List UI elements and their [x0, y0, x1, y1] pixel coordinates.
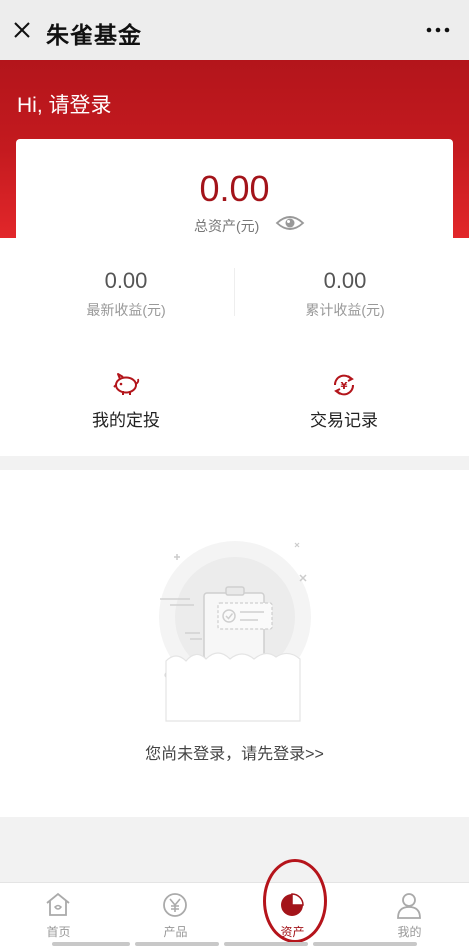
piggy-bank-icon: [113, 373, 140, 395]
my-auto-invest-label: 我的定投: [92, 411, 160, 430]
yen-cycle-icon: ¥: [333, 374, 355, 396]
login-greeting[interactable]: Hi, 请登录: [17, 89, 112, 119]
stat-divider: [234, 268, 235, 316]
clipboard-illustration-icon: [159, 541, 311, 722]
total-assets-label: 总资产(元): [194, 218, 260, 234]
close-icon[interactable]: [12, 20, 32, 40]
svg-text:¥: ¥: [341, 381, 348, 392]
transaction-records-label: 交易记录: [310, 411, 378, 430]
transaction-records-button[interactable]: ¥ 交易记录: [264, 372, 424, 431]
tab-assets-label: 资产: [280, 925, 305, 939]
my-auto-invest-button[interactable]: 我的定投: [46, 372, 206, 431]
bottom-indicator-1: [52, 942, 130, 946]
cumulative-income-label: 累计收益(元): [305, 302, 385, 318]
login-prompt-link[interactable]: 您尚未登录，请先登录>>: [0, 740, 469, 764]
tab-products[interactable]: 产品: [117, 883, 234, 945]
bottom-indicator-3: [224, 942, 308, 946]
eye-icon[interactable]: [275, 212, 305, 234]
bottom-indicator-2: [135, 942, 219, 946]
latest-income: 0.00 最新收益(元): [26, 268, 226, 320]
bottom-indicator-4: [313, 942, 417, 946]
person-icon: [397, 893, 421, 919]
tab-mine-label: 我的: [397, 925, 422, 939]
tab-home[interactable]: 首页: [0, 883, 117, 945]
latest-income-label: 最新收益(元): [86, 302, 166, 318]
total-assets-value: 0.00: [199, 168, 270, 209]
tab-mine[interactable]: 我的: [351, 883, 468, 945]
app-title: 朱雀基金: [46, 22, 142, 48]
tab-assets[interactable]: 资产: [234, 883, 351, 945]
tab-products-label: 产品: [163, 925, 188, 939]
tab-home-label: 首页: [46, 925, 71, 939]
cumulative-income: 0.00 累计收益(元): [245, 268, 445, 320]
yen-circle-icon: [163, 893, 187, 917]
more-dots-icon[interactable]: [425, 22, 451, 38]
title-bar: 朱雀基金: [0, 0, 469, 60]
home-icon: [46, 892, 70, 916]
cumulative-income-value: 0.00: [323, 268, 367, 293]
bottom-tab-bar: 首页 产品 资产 我的: [0, 882, 469, 946]
pie-chart-icon: [281, 893, 304, 916]
latest-income-value: 0.00: [104, 268, 148, 293]
